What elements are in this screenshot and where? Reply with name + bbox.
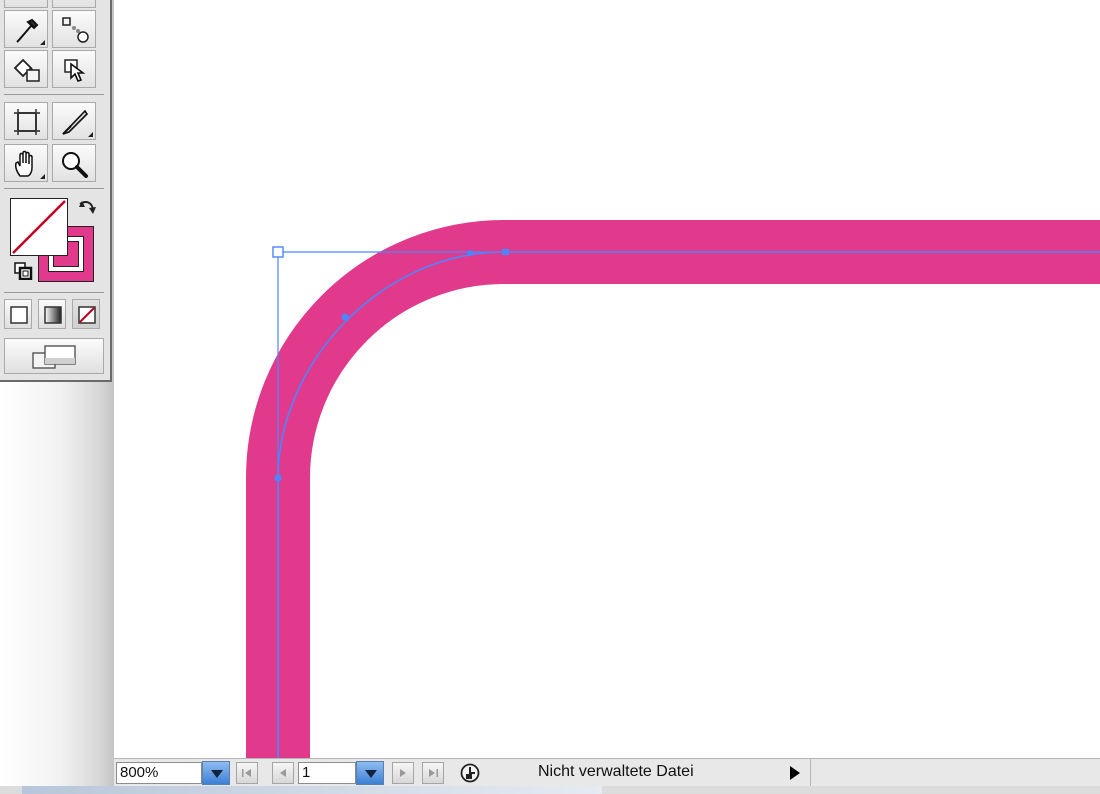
slice-icon <box>62 109 89 135</box>
slice-tool[interactable] <box>52 102 96 140</box>
previous-artboard-button[interactable] <box>272 762 294 784</box>
zoom-dropdown-button[interactable] <box>202 761 230 785</box>
next-artboard-button[interactable] <box>392 762 414 784</box>
status-divider <box>810 759 811 786</box>
artboard-tool[interactable] <box>4 102 48 140</box>
status-menu-arrow-icon[interactable] <box>790 766 800 780</box>
hand-icon <box>15 150 33 177</box>
window-below-strip <box>0 786 1100 794</box>
status-text: Nicht verwaltete Datei <box>538 763 694 780</box>
artwork-layer <box>246 220 1100 758</box>
solid-color-icon <box>10 306 28 324</box>
gradient-icon <box>44 306 62 324</box>
screen-mode-button[interactable] <box>4 338 104 374</box>
selected-path[interactable] <box>277 251 1100 758</box>
anchor-point[interactable] <box>467 250 473 256</box>
live-paint-bucket-tool[interactable] <box>4 50 48 88</box>
first-artboard-button[interactable] <box>236 762 258 784</box>
swap-fill-stroke-icon[interactable] <box>76 198 98 220</box>
live-paint-selection-tool[interactable] <box>52 50 96 88</box>
last-artboard-button[interactable] <box>422 762 444 784</box>
tool-partial-top-right[interactable] <box>52 0 96 8</box>
first-icon <box>242 769 251 777</box>
zoom-tool[interactable] <box>52 144 96 182</box>
live-paint-bucket-icon <box>13 58 40 82</box>
last-icon <box>429 769 438 777</box>
anchor-point[interactable] <box>274 474 282 482</box>
anchor-point-square[interactable] <box>502 249 509 255</box>
fill-swatch-none[interactable] <box>10 198 68 256</box>
default-fill-stroke-icon[interactable] <box>14 262 34 280</box>
version-cue-icon[interactable] <box>459 763 481 783</box>
hand-tool[interactable] <box>4 144 48 182</box>
none-mode-button[interactable] <box>72 299 100 329</box>
eyedropper-icon <box>16 18 39 43</box>
none-icon <box>78 306 96 324</box>
artboard-number-field[interactable]: 1 <box>298 762 356 784</box>
status-bar: 800% 1 Nicht verwaltete Datei <box>114 758 1100 786</box>
tool-partial-top-left[interactable] <box>4 0 48 8</box>
zoom-level-field[interactable]: 800% <box>116 762 202 784</box>
live-paint-selection-icon <box>64 59 86 82</box>
rounded-rect-stroke[interactable] <box>246 220 1100 758</box>
gradient-mode-button[interactable] <box>38 299 66 329</box>
blend-tool[interactable] <box>52 10 96 48</box>
previous-icon <box>280 769 286 777</box>
eyedropper-tool[interactable] <box>4 10 48 48</box>
artboard-icon <box>14 109 40 135</box>
blend-icon <box>62 17 89 43</box>
color-mode-button[interactable] <box>4 299 32 329</box>
tools-panel <box>0 0 112 382</box>
artboard-dropdown-button[interactable] <box>356 761 384 785</box>
zoom-icon <box>62 152 88 178</box>
corner-handle[interactable] <box>272 246 284 258</box>
next-icon <box>400 769 406 777</box>
anchor-point[interactable] <box>341 313 349 321</box>
screen-mode-icon <box>32 345 76 369</box>
